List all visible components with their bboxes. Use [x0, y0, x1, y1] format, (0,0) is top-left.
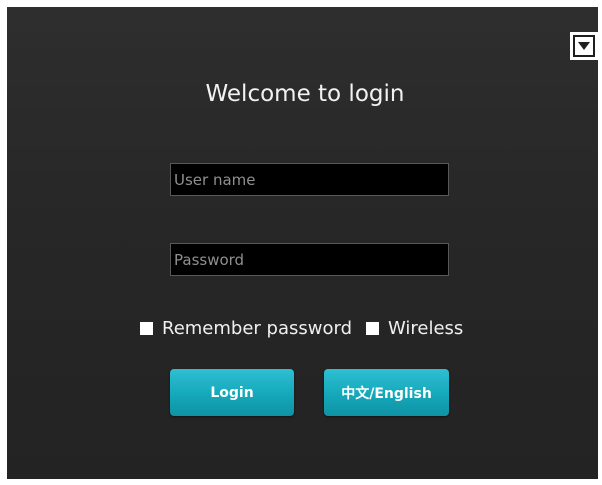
checkbox-box[interactable]	[140, 321, 153, 335]
wireless-checkbox[interactable]: Wireless	[366, 318, 463, 339]
login-window: Welcome to login Remember password Wirel…	[7, 7, 598, 479]
login-options: Remember password Wireless	[140, 316, 463, 340]
remember-password-checkbox[interactable]: Remember password	[140, 318, 352, 339]
page-title: Welcome to login	[205, 81, 405, 107]
remember-password-label: Remember password	[162, 317, 352, 339]
username-input[interactable]	[170, 163, 449, 196]
menu-dropdown-button[interactable]	[570, 32, 598, 60]
triangle-down-icon	[578, 42, 590, 50]
language-toggle-button[interactable]: 中文/English	[324, 369, 449, 416]
wireless-label: Wireless	[388, 317, 464, 339]
login-button[interactable]: Login	[170, 369, 294, 416]
checkbox-box[interactable]	[366, 321, 379, 335]
dropdown-arrow-icon	[573, 35, 595, 57]
password-input[interactable]	[170, 243, 449, 276]
